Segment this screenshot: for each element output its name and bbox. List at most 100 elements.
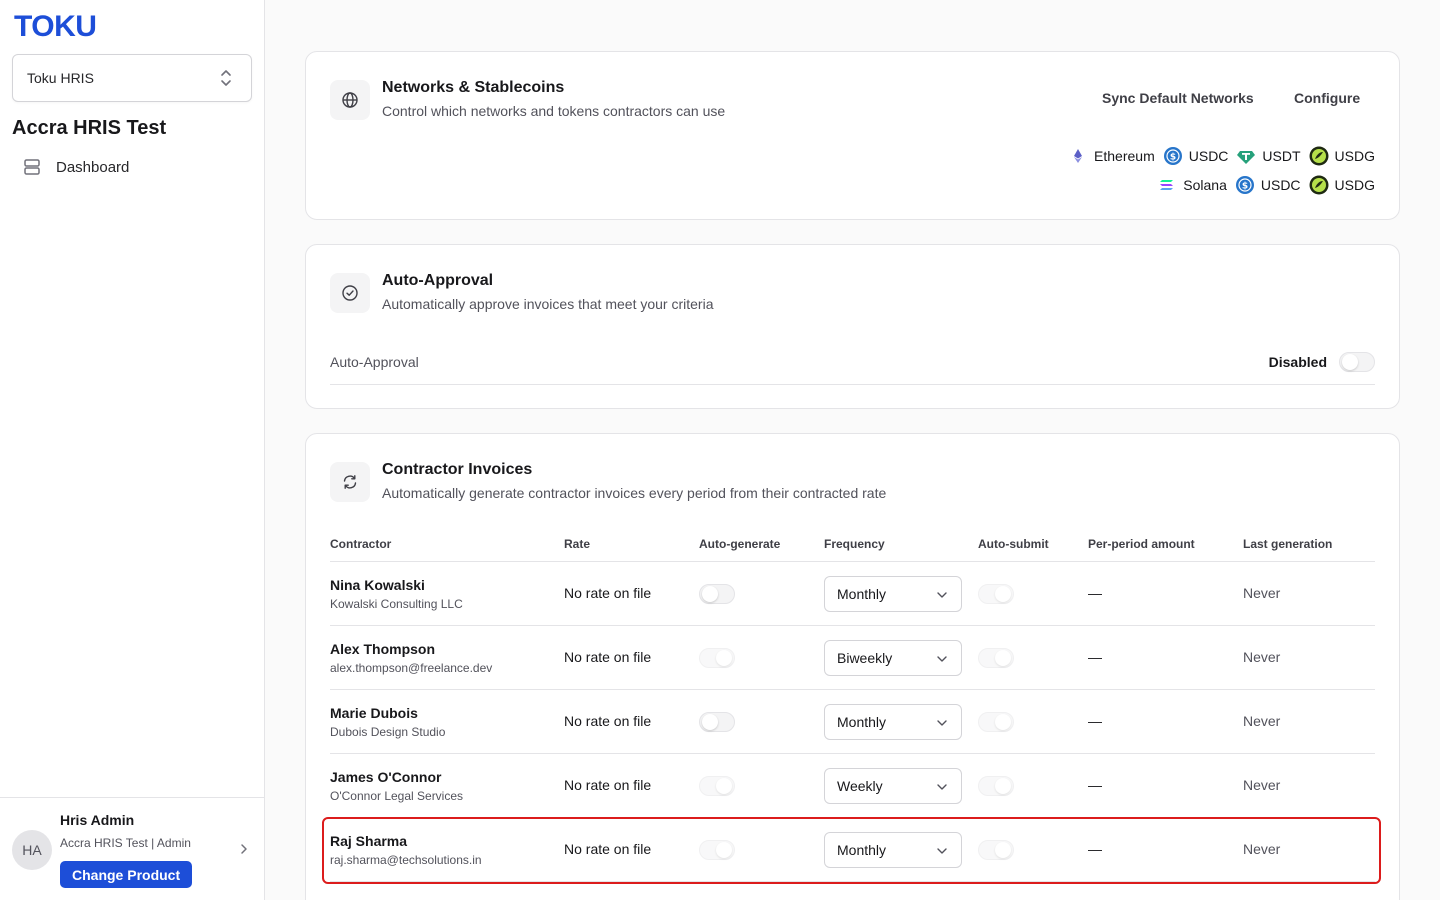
auto-approval-row: Auto-Approval Disabled xyxy=(330,345,1375,385)
auto-generate-toggle[interactable] xyxy=(699,776,735,796)
rate-value: No rate on file xyxy=(564,713,652,729)
per-period-amount: — xyxy=(1088,841,1102,857)
rate-value: No rate on file xyxy=(564,585,652,601)
frequency-value: Monthly xyxy=(837,714,887,730)
check-circle-icon xyxy=(330,273,370,313)
table-row: Nina Kowalski Kowalski Consulting LLC No… xyxy=(330,562,1375,626)
network-row-ethereum: Ethereum $ USDC USDT USDG xyxy=(1068,146,1375,166)
sidebar-item-dashboard[interactable]: Dashboard xyxy=(12,150,252,184)
dashboard-icon xyxy=(24,159,40,175)
frequency-value: Monthly xyxy=(837,842,887,858)
auto-approval-toggle[interactable] xyxy=(1339,352,1375,372)
rate-value: No rate on file xyxy=(564,649,652,665)
auto-generate-toggle[interactable] xyxy=(699,648,735,668)
sync-default-networks-button[interactable]: Sync Default Networks xyxy=(1102,90,1254,106)
sidebar-item-label: Dashboard xyxy=(56,158,130,176)
chevron-down-icon xyxy=(937,720,947,726)
usdt-icon xyxy=(1237,151,1256,164)
product-selector[interactable]: Toku HRIS xyxy=(12,54,252,102)
last-generation: Never xyxy=(1243,713,1281,729)
frequency-select[interactable]: Monthly xyxy=(824,704,962,740)
auto-submit-toggle[interactable] xyxy=(978,712,1014,732)
token-usdt: USDT xyxy=(1236,146,1301,166)
user-panel: HA Hris Admin Accra HRIS Test | Admin Ch… xyxy=(0,797,264,900)
token-usdc: $ USDC xyxy=(1163,146,1228,166)
auto-submit-toggle[interactable] xyxy=(978,648,1014,668)
network-ethereum: Ethereum xyxy=(1068,146,1155,166)
last-generation: Never xyxy=(1243,649,1281,665)
frequency-value: Weekly xyxy=(837,778,883,794)
configure-button[interactable]: Configure xyxy=(1294,90,1360,106)
auto-generate-toggle[interactable] xyxy=(699,712,735,732)
frequency-select[interactable]: Biweekly xyxy=(824,640,962,676)
contractor-invoices-table: Contractor Rate Auto-generate Frequency … xyxy=(330,530,1375,882)
per-period-amount: — xyxy=(1088,713,1102,729)
auto-approval-label: Auto-Approval xyxy=(330,354,419,370)
column-header-last-generation: Last generation xyxy=(1243,537,1333,551)
auto-generate-toggle[interactable] xyxy=(699,840,735,860)
contractor-company: O'Connor Legal Services xyxy=(330,789,464,803)
frequency-value: Monthly xyxy=(837,586,887,602)
network-row-solana: Solana $ USDC USDG xyxy=(1157,175,1375,195)
table-row: Alex Thompson alex.thompson@freelance.de… xyxy=(330,626,1375,690)
contractor-invoices-description: Automatically generate contractor invoic… xyxy=(382,485,887,501)
per-period-amount: — xyxy=(1088,585,1102,601)
chevron-down-icon xyxy=(937,592,947,598)
product-selector-label: Toku HRIS xyxy=(27,70,94,86)
auto-approval-description: Automatically approve invoices that meet… xyxy=(382,296,714,312)
usdg-icon xyxy=(1309,146,1329,166)
chevron-right-icon[interactable] xyxy=(238,841,250,857)
column-header-per-period-amount: Per-period amount xyxy=(1088,537,1195,551)
ethereum-icon xyxy=(1074,149,1083,163)
networks-title: Networks & Stablecoins xyxy=(382,79,565,96)
frequency-select[interactable]: Monthly xyxy=(824,832,962,868)
networks-card: Networks & Stablecoins Control which net… xyxy=(305,51,1400,220)
contractor-name: James O'Connor xyxy=(330,769,442,785)
sidebar: TOKU Toku HRIS Accra HRIS Test Dashboard… xyxy=(0,0,265,900)
chevron-down-icon xyxy=(937,784,947,790)
frequency-select[interactable]: Weekly xyxy=(824,768,962,804)
usdc-icon: $ xyxy=(1163,147,1182,165)
contractor-invoices-card: Contractor Invoices Automatically genera… xyxy=(305,433,1400,900)
avatar[interactable]: HA xyxy=(12,830,52,870)
last-generation: Never xyxy=(1243,585,1281,601)
chevron-up-down-icon xyxy=(221,70,231,86)
auto-generate-toggle[interactable] xyxy=(699,584,735,604)
column-header-auto-generate: Auto-generate xyxy=(699,537,781,551)
frequency-select[interactable]: Monthly xyxy=(824,576,962,612)
column-header-frequency: Frequency xyxy=(824,537,885,551)
rate-value: No rate on file xyxy=(564,777,652,793)
user-meta: Accra HRIS Test | Admin xyxy=(60,836,191,850)
per-period-amount: — xyxy=(1088,649,1102,665)
toku-logo[interactable]: TOKU xyxy=(14,10,97,44)
auto-submit-toggle[interactable] xyxy=(978,776,1014,796)
contractor-name: Alex Thompson xyxy=(330,641,436,657)
table-row: James O'Connor O'Connor Legal Services N… xyxy=(330,754,1375,818)
table-row: Raj Sharma raj.sharma@techsolutions.in N… xyxy=(330,818,1375,882)
auto-approval-title: Auto-Approval xyxy=(382,272,494,289)
last-generation: Never xyxy=(1243,841,1281,857)
last-generation: Never xyxy=(1243,777,1281,793)
contractor-company: Dubois Design Studio xyxy=(330,725,446,739)
solana-icon xyxy=(1160,180,1174,190)
table-header: Contractor Rate Auto-generate Frequency … xyxy=(330,530,1375,562)
svg-text:$: $ xyxy=(1170,153,1176,163)
change-product-button[interactable]: Change Product xyxy=(60,861,193,888)
per-period-amount: — xyxy=(1088,777,1102,793)
contractor-company: Kowalski Consulting LLC xyxy=(330,597,463,611)
refresh-icon xyxy=(330,462,370,502)
contractor-invoices-title: Contractor Invoices xyxy=(382,461,533,478)
auto-submit-toggle[interactable] xyxy=(978,584,1014,604)
auto-submit-toggle[interactable] xyxy=(978,840,1014,860)
column-header-contractor: Contractor xyxy=(330,537,392,551)
contractor-name: Marie Dubois xyxy=(330,705,418,721)
usdg-icon xyxy=(1309,175,1329,195)
contractor-company: raj.sharma@techsolutions.in xyxy=(330,853,482,867)
column-header-rate: Rate xyxy=(564,537,591,551)
network-solana: Solana xyxy=(1157,175,1227,195)
usdc-icon: $ xyxy=(1235,176,1254,194)
column-header-auto-submit: Auto-submit xyxy=(978,537,1049,551)
user-name: Hris Admin xyxy=(60,812,135,828)
frequency-value: Biweekly xyxy=(837,650,893,666)
auto-approval-card: Auto-Approval Automatically approve invo… xyxy=(305,244,1400,409)
